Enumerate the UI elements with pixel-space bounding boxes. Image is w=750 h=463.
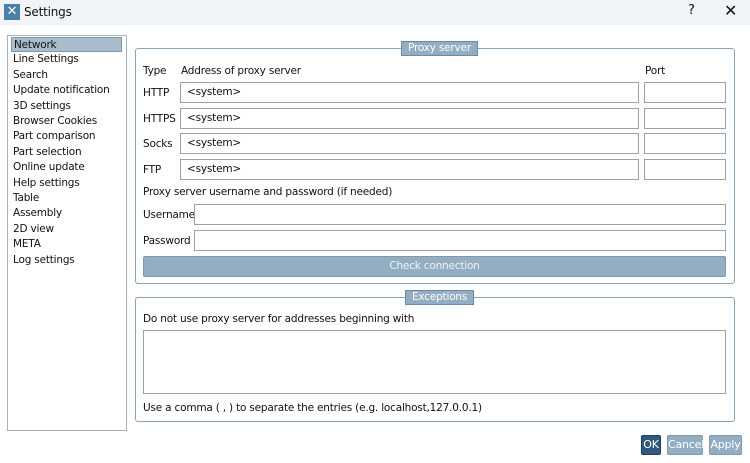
http-address-input[interactable]: <system> — [180, 82, 639, 103]
username-label: Username — [143, 209, 195, 221]
sidebar-item-line-settings[interactable]: Line Settings — [11, 52, 122, 67]
sidebar-item-browser-cookies[interactable]: Browser Cookies — [11, 114, 122, 129]
exceptions-title: Exceptions — [405, 290, 475, 305]
sidebar-item-meta[interactable]: META — [11, 237, 122, 252]
password-label: Password — [143, 235, 191, 247]
sidebar-item-2d-view[interactable]: 2D view — [11, 222, 122, 237]
port-header: Port — [645, 65, 666, 77]
https-port-input[interactable] — [644, 108, 726, 129]
settings-category-list: Network Line Settings Search Update notific… — [7, 35, 127, 431]
socks-port-input[interactable] — [644, 133, 726, 154]
auth-label: Proxy server username and password (if n… — [143, 186, 393, 198]
socks-label: Socks — [143, 138, 173, 150]
password-input[interactable] — [194, 230, 726, 251]
window-title: Settings — [24, 5, 72, 19]
sidebar-item-part-comparison[interactable]: Part comparison — [11, 129, 122, 144]
close-button[interactable]: ✕ — [724, 1, 737, 20]
socks-address-input[interactable]: <system> — [180, 133, 639, 154]
http-port-input[interactable] — [644, 82, 726, 103]
exceptions-textarea[interactable] — [143, 330, 726, 394]
sidebar-item-update-notification[interactable]: Update notification — [11, 83, 122, 98]
sidebar-item-help-settings[interactable]: Help settings — [11, 176, 122, 191]
ftp-port-input[interactable] — [644, 159, 726, 180]
address-header: Address of proxy server — [181, 65, 301, 77]
ftp-address-input[interactable]: <system> — [180, 159, 639, 180]
sidebar-item-part-selection[interactable]: Part selection — [11, 145, 122, 160]
ftp-label: FTP — [143, 164, 162, 176]
cancel-button[interactable]: Cancel — [667, 435, 704, 455]
help-button[interactable]: ? — [688, 3, 695, 18]
https-address-input[interactable]: <system> — [180, 108, 639, 129]
sidebar-item-log-settings[interactable]: Log settings — [11, 253, 122, 268]
https-label: HTTPS — [143, 113, 176, 125]
username-input[interactable] — [194, 204, 726, 225]
title-bar: ✕ Settings ? ✕ — [0, 0, 750, 25]
proxy-server-title: Proxy server — [401, 41, 478, 56]
sidebar-item-3d-settings[interactable]: 3D settings — [11, 99, 122, 114]
check-connection-button[interactable]: Check connection — [143, 256, 726, 277]
exceptions-note: Use a comma ( , ) to separate the entrie… — [143, 402, 482, 414]
tools-icon: ✕ — [4, 4, 20, 20]
type-header: Type — [143, 65, 167, 77]
sidebar-item-assembly[interactable]: Assembly — [11, 206, 122, 221]
sidebar-item-table[interactable]: Table — [11, 191, 122, 206]
http-label: HTTP — [143, 87, 170, 99]
exceptions-description: Do not use proxy server for addresses be… — [143, 313, 415, 325]
sidebar-item-online-update[interactable]: Online update — [11, 160, 122, 175]
sidebar-item-network[interactable]: Network — [11, 37, 122, 52]
apply-button[interactable]: Apply — [709, 435, 742, 455]
sidebar-item-search[interactable]: Search — [11, 68, 122, 83]
ok-button[interactable]: OK — [641, 435, 661, 455]
